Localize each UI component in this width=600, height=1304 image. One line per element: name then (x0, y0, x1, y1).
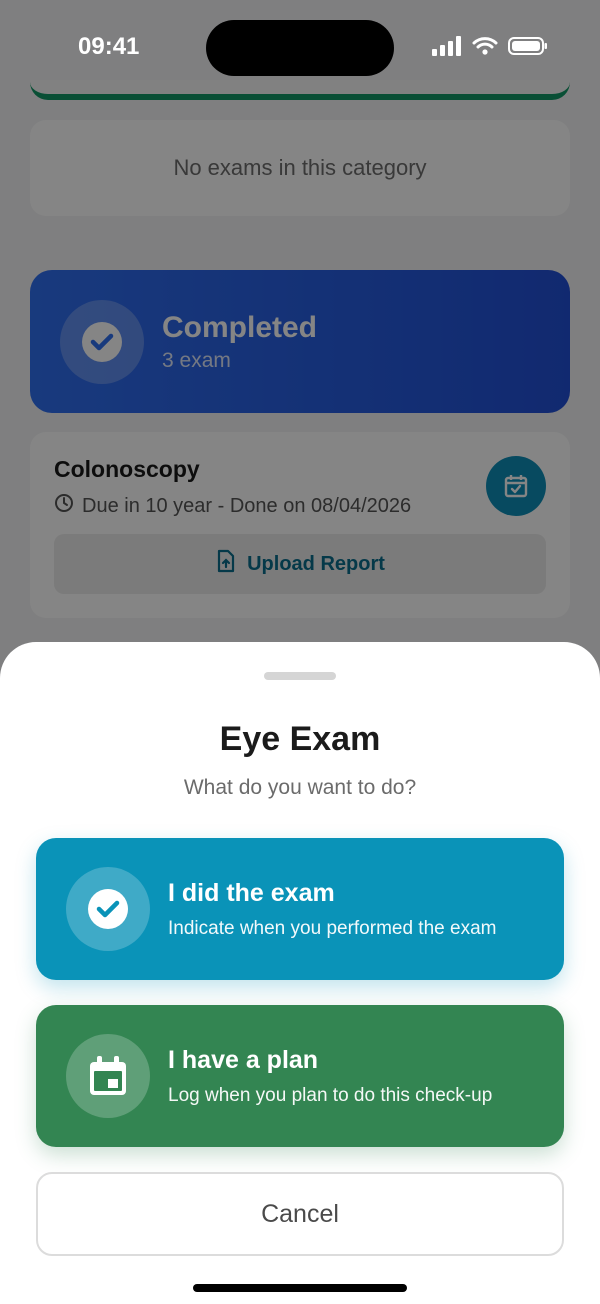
calendar-icon (66, 1034, 150, 1118)
status-bar: 09:41 (0, 0, 600, 90)
have-plan-option[interactable]: I have a plan Log when you plan to do th… (36, 1005, 564, 1147)
dynamic-island (206, 20, 394, 76)
sheet-title: Eye Exam (219, 720, 381, 758)
have-plan-desc: Log when you plan to do this check-up (168, 1084, 493, 1106)
home-indicator[interactable] (193, 1284, 407, 1292)
sheet-subtitle: What do you want to do? (183, 776, 417, 799)
battery-icon (508, 37, 547, 55)
sheet-handle[interactable] (264, 672, 336, 680)
did-exam-title: I did the exam (168, 878, 335, 907)
wifi-icon (472, 37, 498, 55)
did-exam-option[interactable]: I did the exam Indicate when you perform… (36, 838, 564, 980)
action-sheet: Eye Exam What do you want to do? I did t… (0, 642, 600, 1304)
did-exam-desc: Indicate when you performed the exam (168, 917, 497, 939)
cancel-button[interactable]: Cancel (36, 1172, 564, 1256)
cancel-label: Cancel (261, 1199, 339, 1228)
have-plan-title: I have a plan (168, 1045, 319, 1074)
status-time: 09:41 (78, 33, 140, 60)
check-circle-icon (66, 867, 150, 951)
signal-icon (432, 36, 461, 56)
